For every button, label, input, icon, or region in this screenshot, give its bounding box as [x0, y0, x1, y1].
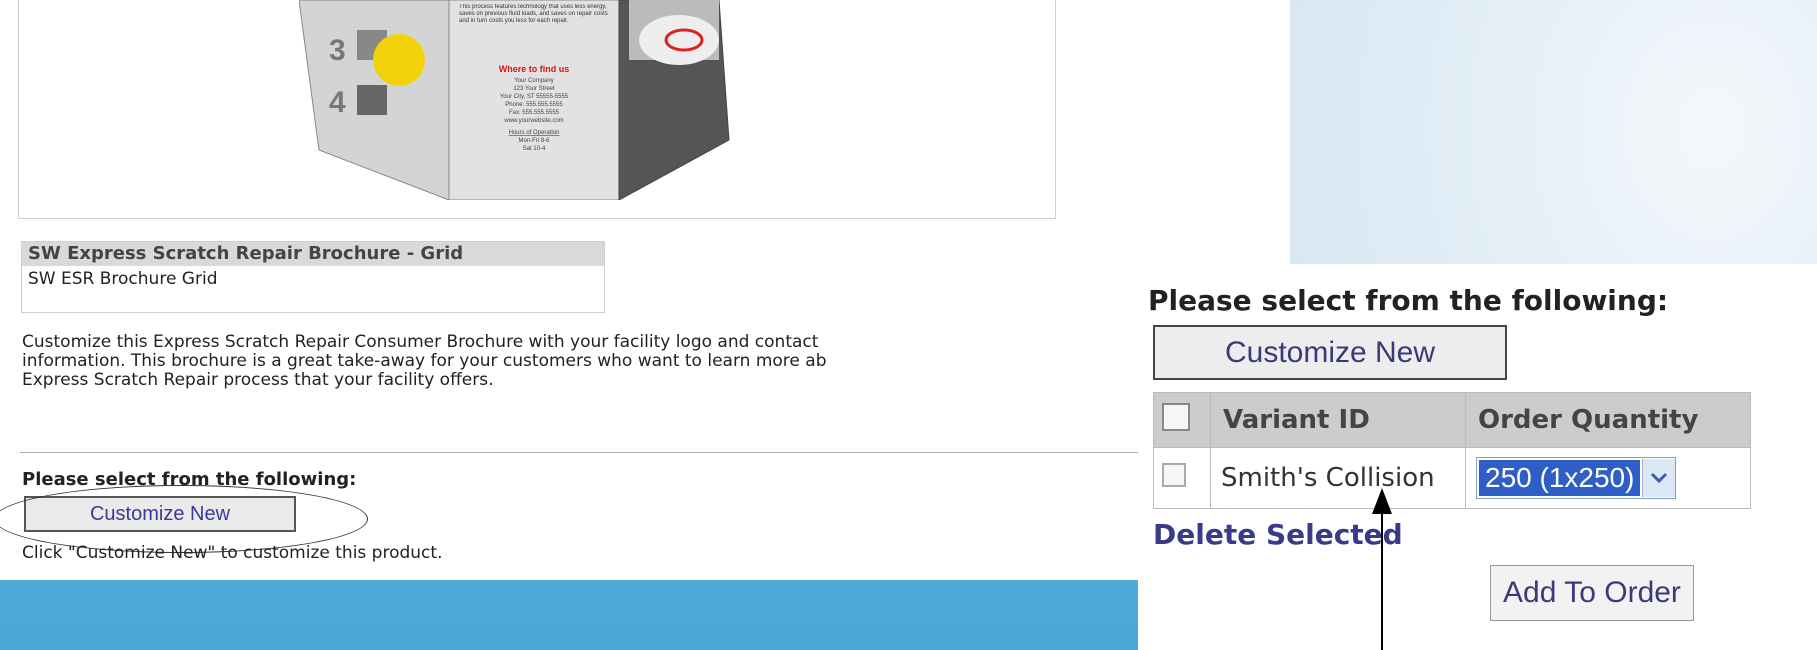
brochure-hours-1: Mon-Fri 8-6: [518, 138, 550, 144]
product-title: SW Express Scratch Repair Brochure - Gri…: [22, 242, 604, 266]
arrow-up-icon: [1372, 488, 1392, 514]
brochure-hours-2: Sat 10-4: [523, 146, 546, 152]
description-line-3: Express Scratch Repair process that your…: [22, 370, 494, 390]
chevron-down-icon[interactable]: [1642, 459, 1676, 497]
select-all-cell: [1153, 392, 1211, 448]
product-panel: 3 4 Where to find us Your Company 123 Yo…: [0, 0, 1290, 580]
description-line-1: Customize this Express Scratch Repair Co…: [22, 333, 819, 352]
variants-table: Variant ID Order Quantity Smith's Collis…: [1153, 392, 1751, 509]
variant-id-cell: Smith's Collision: [1210, 447, 1466, 509]
order-quantity-header: Order Quantity: [1465, 392, 1751, 448]
variant-id-header: Variant ID: [1210, 392, 1466, 448]
step-3-label: 3: [329, 34, 346, 67]
delete-selected-link[interactable]: Delete Selected: [1153, 518, 1403, 551]
brochure-address-3: Phone: 555.555.5555: [505, 102, 563, 108]
brochure-address-2: Your City, ST 55555-5555: [500, 94, 569, 100]
quantity-select-value: 250 (1x250): [1479, 460, 1641, 496]
brochure-hours-heading: Hours of Operation: [509, 130, 560, 136]
brochure-where-heading: Where to find us: [499, 64, 570, 74]
order-quantity-cell: 250 (1x250): [1465, 447, 1751, 509]
divider: [20, 452, 1138, 453]
brochure-address-4: Fax: 555.555.5555: [509, 110, 560, 116]
brochure-preview-frame: 3 4 Where to find us Your Company 123 Yo…: [18, 0, 1056, 219]
brochure-company: Your Company: [514, 78, 553, 84]
table-header-row: Variant ID Order Quantity: [1153, 392, 1751, 448]
product-description: Customize this Express Scratch Repair Co…: [22, 333, 1132, 390]
select-all-checkbox[interactable]: [1162, 402, 1190, 431]
product-subtitle: SW ESR Brochure Grid: [28, 269, 218, 289]
description-line-2: information. This brochure is a great ta…: [22, 351, 827, 371]
brochure-image: 3 4 Where to find us Your Company 123 Yo…: [299, 0, 730, 200]
quantity-select[interactable]: 250 (1x250): [1476, 457, 1677, 499]
customize-hint: Click "Customize New" to customize this …: [22, 543, 443, 563]
brochure-address-5: www.yourwebsite.com: [503, 118, 563, 124]
panel-extension: [1138, 0, 1290, 264]
zoomed-select-heading: Please select from the following:: [1148, 284, 1669, 317]
row-checkbox-cell: [1153, 447, 1211, 509]
add-to-order-button[interactable]: Add To Order: [1490, 565, 1694, 621]
zoomed-customize-new-button[interactable]: Customize New: [1153, 325, 1507, 380]
step-4-label: 4: [329, 86, 346, 119]
product-title-box: SW Express Scratch Repair Brochure - Gri…: [21, 241, 605, 313]
brochure-body-text: This process features technology that us…: [459, 4, 608, 24]
annotation-arrow-line: [1381, 510, 1383, 650]
row-checkbox[interactable]: [1162, 462, 1186, 487]
brochure-address-1: 123 Your Street: [513, 86, 555, 92]
table-row: Smith's Collision 250 (1x250): [1153, 447, 1751, 509]
